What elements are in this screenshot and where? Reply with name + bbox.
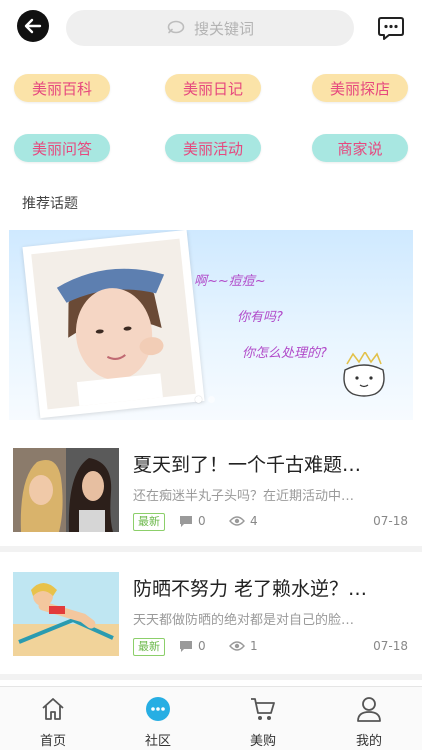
tab-label: 我的 (355, 734, 382, 749)
cartoon-tooth-icon (343, 352, 385, 397)
search-placeholder: 搜关键词 (193, 19, 254, 38)
category-beauty-qa[interactable]: 美丽问答 (14, 134, 110, 162)
eye-icon (229, 516, 245, 526)
category-label: 美丽活动 (182, 139, 243, 158)
carousel-dot[interactable] (208, 396, 215, 403)
header: 搜关键词 (0, 0, 422, 58)
back-button[interactable] (17, 10, 49, 42)
banner-photo (22, 230, 205, 419)
article-title: 夏天到了！一个千古难题… (133, 454, 362, 476)
message-icon (378, 17, 404, 40)
profile-icon (357, 697, 381, 722)
comment-count: 0 (179, 639, 206, 653)
community-page: 搜关键词 美丽百科 美丽日记 美丽探店 美丽问答 美丽活动 商家说 推荐话题 啊… (0, 0, 422, 750)
section-title: 推荐话题 (22, 196, 78, 212)
banner-text-line3: 你怎么处理的? (242, 346, 327, 361)
carousel-dot-active[interactable] (195, 396, 202, 403)
category-label: 美丽问答 (31, 139, 92, 158)
category-label: 美丽日记 (182, 79, 243, 98)
view-count-value: 4 (250, 514, 258, 528)
search-icon (167, 20, 185, 34)
new-badge: 最新 (133, 513, 165, 531)
comment-count: 0 (179, 514, 206, 528)
category-label: 商家说 (337, 139, 383, 158)
bottom-tab-bar: 首页 社区 美购 我的 (0, 686, 422, 750)
article-summary: 还在痴迷半丸子头吗？在近期活动中… (133, 489, 355, 504)
tab-home[interactable]: 首页 (18, 695, 88, 750)
tab-label: 社区 (144, 734, 171, 749)
article-thumbnail (13, 448, 119, 532)
category-grid: 美丽百科 美丽日记 美丽探店 美丽问答 美丽活动 商家说 (0, 70, 422, 170)
banner-carousel[interactable]: 啊~~痘痘~ 你有吗? 你怎么处理的? (9, 230, 413, 420)
message-button[interactable] (377, 14, 405, 42)
article-thumbnail (13, 572, 119, 656)
article-meta: 最新 0 1 07-18 (133, 638, 408, 656)
article-date: 07-18 (373, 514, 408, 528)
category-beauty-events[interactable]: 美丽活动 (165, 134, 261, 162)
view-count-value: 1 (250, 639, 258, 653)
tab-label: 美购 (249, 734, 276, 749)
article-meta: 最新 0 4 07-18 (133, 513, 408, 531)
comment-icon (180, 640, 192, 652)
article-title: 防晒不努力 老了赖水逆？… (133, 578, 368, 600)
view-count: 4 (229, 514, 258, 528)
tab-community[interactable]: 社区 (123, 695, 193, 750)
comment-icon (180, 515, 192, 527)
article-date: 07-18 (373, 639, 408, 653)
article-item[interactable]: 防晒不努力 老了赖水逆？… 天天都做防晒的绝对都是对自己的脸… 最新 0 1 0… (0, 552, 422, 680)
tab-shop[interactable]: 美购 (228, 695, 298, 750)
article-item[interactable]: 夏天到了！一个千古难题… 还在痴迷半丸子头吗？在近期活动中… 最新 0 4 07… (0, 424, 422, 552)
category-beauty-encyclopedia[interactable]: 美丽百科 (14, 74, 110, 102)
banner-text-line2: 你有吗? (237, 310, 283, 325)
category-label: 美丽探店 (329, 79, 390, 98)
search-input[interactable]: 搜关键词 (66, 10, 354, 46)
tab-label: 首页 (39, 734, 66, 749)
category-shop-visit[interactable]: 美丽探店 (312, 74, 408, 102)
view-count: 1 (229, 639, 258, 653)
home-icon (42, 698, 64, 720)
banner-text-line1: 啊~~痘痘~ (194, 274, 266, 289)
category-merchant-talk[interactable]: 商家说 (312, 134, 408, 162)
new-badge: 最新 (133, 638, 165, 656)
comment-count-value: 0 (198, 514, 206, 528)
cart-icon (251, 698, 275, 720)
tab-profile[interactable]: 我的 (334, 695, 404, 750)
article-summary: 天天都做防晒的绝对都是对自己的脸… (133, 613, 355, 628)
comment-count-value: 0 (198, 639, 206, 653)
eye-icon (229, 641, 245, 651)
category-beauty-diary[interactable]: 美丽日记 (165, 74, 261, 102)
category-label: 美丽百科 (31, 79, 92, 98)
arrow-left-icon (24, 18, 42, 34)
community-icon (146, 697, 170, 721)
